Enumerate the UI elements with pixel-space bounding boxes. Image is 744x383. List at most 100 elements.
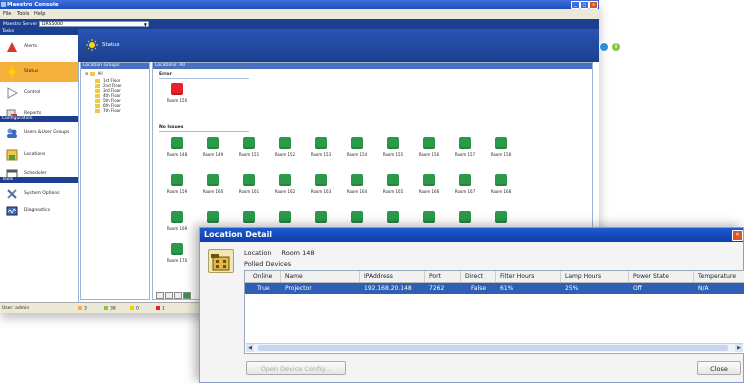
- room-status-square: [207, 174, 219, 186]
- scroll-right-icon[interactable]: ▶: [735, 344, 743, 352]
- column-header[interactable]: Port: [429, 273, 441, 280]
- room-tile[interactable]: Room 151: [235, 137, 263, 159]
- room-tile[interactable]: Room 162: [271, 174, 299, 196]
- room-label: Room 148: [166, 152, 188, 157]
- cell-ip: 192.168.20.148: [364, 285, 412, 292]
- location-detail-dialog: Location Detail ✕ Location Room 148 Polle…: [199, 227, 744, 383]
- room-label: Room 157: [454, 152, 476, 157]
- sidebar-item-control[interactable]: Control: [0, 83, 78, 103]
- room-tile[interactable]: Room 170: [163, 243, 191, 265]
- error-icon: [156, 305, 160, 310]
- room-status-square: [495, 174, 507, 186]
- table-row[interactable]: True Projector 192.168.20.148 7262 False…: [245, 283, 744, 294]
- column-header[interactable]: Power State: [633, 273, 669, 280]
- column-header[interactable]: Online: [253, 273, 272, 280]
- server-label: Maestro Server: [3, 21, 38, 27]
- horizontal-scrollbar[interactable]: ◀ ▶: [246, 343, 743, 352]
- room-tile[interactable]: Room 165: [379, 174, 407, 196]
- room-tile[interactable]: Room 153: [307, 137, 335, 159]
- room-status-square: [495, 211, 507, 223]
- menu-file[interactable]: File: [3, 11, 11, 17]
- close-button[interactable]: ✕: [589, 1, 598, 9]
- room-tile[interactable]: Room 157: [451, 137, 479, 159]
- room-tile[interactable]: Room 156: [415, 137, 443, 159]
- room-tile[interactable]: Room 152: [271, 137, 299, 159]
- menu-help[interactable]: Help: [34, 11, 45, 17]
- room-tile[interactable]: Room 166: [415, 174, 443, 196]
- server-select-value: DRS5000: [42, 21, 63, 27]
- sidebar-item-alerts[interactable]: Alerts: [0, 37, 78, 57]
- sidebar-item-label: System Options: [24, 191, 60, 196]
- sidebar-item-status[interactable]: Status: [0, 62, 78, 82]
- cell-filter-hours: 61%: [500, 285, 514, 292]
- room-label: Room 169: [166, 226, 188, 231]
- room-label: Room 154: [346, 152, 368, 157]
- tree-item-all[interactable]: ⊟ All: [85, 71, 103, 76]
- ok-icon: [104, 305, 108, 310]
- column-header[interactable]: Name: [285, 273, 303, 280]
- room-label: Room 150: [166, 98, 188, 103]
- location-groups-pane: Location Groups ⊟ All 1st Floor 2nd Floo…: [80, 62, 150, 300]
- room-tile[interactable]: Room 149: [199, 137, 227, 159]
- globe-icon[interactable]: [599, 42, 609, 52]
- server-select[interactable]: DRS5000 ▼: [39, 20, 149, 27]
- menu-tools[interactable]: Tools: [17, 11, 29, 17]
- dialog-close-icon[interactable]: ✕: [732, 230, 743, 241]
- view-status-icon[interactable]: [183, 292, 191, 299]
- sidebar-item-locations[interactable]: Locations: [0, 145, 78, 165]
- room-tile[interactable]: Room 163: [307, 174, 335, 196]
- scroll-left-icon[interactable]: ◀: [246, 344, 254, 352]
- sidebar: Tasks Alerts Status Control Reports Conf…: [0, 29, 79, 302]
- sidebar-item-users[interactable]: Users &User Groups: [0, 123, 78, 143]
- sidebar-item-diagnostics[interactable]: Diagnostics: [0, 201, 78, 221]
- room-status-square: [279, 211, 291, 223]
- room-tile[interactable]: Room 158: [487, 137, 515, 159]
- building-icon: [208, 249, 234, 273]
- open-device-config-button[interactable]: Open Device Config...: [246, 361, 346, 375]
- maximize-button[interactable]: □: [580, 1, 589, 9]
- room-tile[interactable]: Room 167: [451, 174, 479, 196]
- column-divider: [280, 271, 281, 282]
- column-divider: [460, 271, 461, 282]
- room-tile[interactable]: Room 164: [343, 174, 371, 196]
- room-label: Room 159: [166, 189, 188, 194]
- room-tile[interactable]: Room 155: [379, 137, 407, 159]
- view-small-icon[interactable]: [156, 292, 164, 299]
- close-dialog-button[interactable]: Close: [697, 361, 741, 375]
- alert-triangle-icon: [7, 42, 17, 52]
- column-header[interactable]: Filter Hours: [500, 273, 534, 280]
- room-tile[interactable]: Room 154: [343, 137, 371, 159]
- room-tile[interactable]: Room 148: [163, 137, 191, 159]
- room-tile[interactable]: Room 168: [487, 174, 515, 196]
- room-status-square: [459, 137, 471, 149]
- column-header[interactable]: IPAddress: [364, 273, 393, 280]
- scroll-thumb[interactable]: [258, 345, 728, 351]
- room-status-square: [315, 174, 327, 186]
- room-tile[interactable]: Room 159: [163, 174, 191, 196]
- room-status-square: [387, 211, 399, 223]
- cell-power-state: Off: [633, 285, 642, 292]
- tree-item[interactable]: 7th Floor: [95, 108, 121, 113]
- room-tile[interactable]: Room 169: [163, 211, 191, 233]
- window-title: Maestro Console: [7, 1, 59, 8]
- tree-item-label: 7th Floor: [103, 108, 121, 113]
- view-large-icon[interactable]: [174, 292, 182, 299]
- column-header[interactable]: Temperature: [698, 273, 736, 280]
- divider: [159, 131, 249, 132]
- column-header[interactable]: Direct: [465, 273, 483, 280]
- collapse-icon[interactable]: ⊟: [85, 71, 88, 76]
- minimize-button[interactable]: _: [571, 1, 580, 9]
- info-icon[interactable]: i: [611, 42, 621, 52]
- room-label: Room 168: [490, 189, 512, 194]
- column-header[interactable]: Lamp Hours: [565, 273, 601, 280]
- room-label: Room 156: [418, 152, 440, 157]
- room-tile[interactable]: Room 160: [199, 174, 227, 196]
- room-tile[interactable]: Room 161: [235, 174, 263, 196]
- status-header: Status i: [78, 29, 621, 62]
- locations-title: Locations: All: [153, 63, 592, 69]
- count-value: 0: [136, 306, 139, 311]
- location-icon: [6, 149, 18, 161]
- play-icon: [7, 87, 18, 99]
- view-medium-icon[interactable]: [165, 292, 173, 299]
- room-tile[interactable]: Room 150: [163, 83, 191, 105]
